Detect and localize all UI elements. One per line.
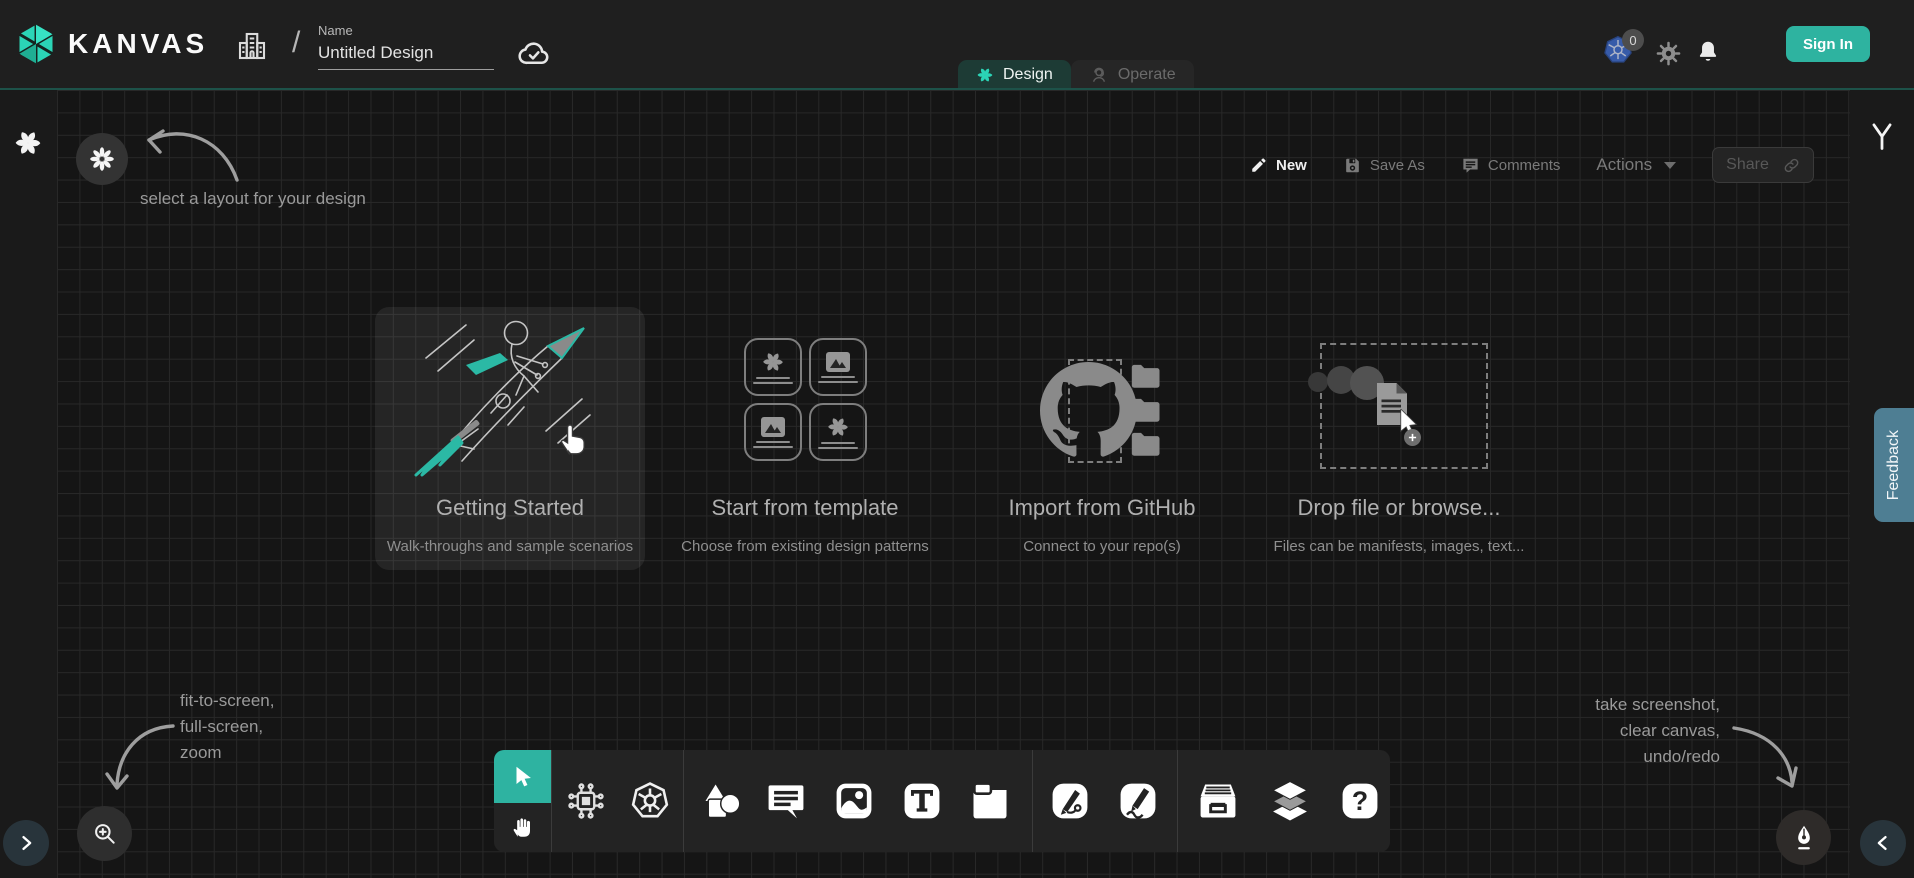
- comment-bubble-icon: [1461, 156, 1480, 175]
- text-tool-button[interactable]: [900, 779, 944, 823]
- brand[interactable]: KANVAS: [14, 22, 208, 66]
- left-sidebar: [0, 90, 57, 878]
- kanvas-app: KANVAS / Name Design: [0, 0, 1914, 878]
- repo-folder-icon: [1128, 363, 1164, 390]
- sign-in-button[interactable]: Sign In: [1786, 26, 1870, 62]
- pen-tool-button[interactable]: [1048, 779, 1092, 823]
- tab-design-label: Design: [1003, 66, 1053, 84]
- zoom-hint-arrow: [95, 716, 185, 808]
- card-template-illustration[interactable]: [744, 338, 868, 461]
- notifications-bell-icon[interactable]: [1695, 39, 1721, 70]
- pencil-tool-button[interactable]: [1116, 779, 1160, 823]
- design-name-field: Name: [318, 23, 494, 70]
- repo-folder-icon: [1128, 431, 1164, 458]
- hand-pointer-cursor: [556, 418, 590, 456]
- settings-gear-icon[interactable]: [1655, 40, 1682, 72]
- chevron-left-icon: [1873, 833, 1893, 853]
- layout-hint-text: select a layout for your design: [140, 186, 366, 212]
- select-cursor-icon: [510, 764, 536, 790]
- design-name-label: Name: [318, 23, 494, 38]
- card-title-github[interactable]: Import from GitHub: [952, 495, 1252, 521]
- feedback-tab[interactable]: Feedback: [1874, 408, 1914, 522]
- card-title-drop[interactable]: Drop file or browse...: [1249, 495, 1549, 521]
- y-logo-icon[interactable]: [1868, 122, 1896, 157]
- operate-headset-icon: [1089, 65, 1109, 85]
- select-tool-button[interactable]: [494, 750, 551, 803]
- template-tile: [809, 338, 867, 396]
- flower-asterisk-icon: [89, 146, 115, 172]
- zoom-button[interactable]: [77, 806, 132, 861]
- github-octocat-icon[interactable]: [1040, 362, 1137, 459]
- pan-tool-button[interactable]: [494, 803, 551, 852]
- spiral-icon: [761, 350, 785, 374]
- chevron-right-icon: [16, 833, 36, 853]
- mode-tabs: Design Operate: [958, 60, 1194, 89]
- canvas-toolbar: New Save As Comments Actions Share: [1250, 147, 1814, 183]
- pen-nib-icon: [1790, 824, 1818, 852]
- layers-tool-button[interactable]: [1268, 779, 1312, 823]
- card-sub-github: Connect to your repo(s): [942, 538, 1262, 555]
- design-spiral-icon: [976, 66, 994, 84]
- actions-dropdown[interactable]: Actions: [1596, 155, 1676, 175]
- template-tile: [809, 403, 867, 461]
- kanvas-logo-icon: [14, 22, 58, 66]
- expand-left-panel-button[interactable]: [3, 820, 49, 866]
- comments-button[interactable]: Comments: [1461, 156, 1561, 175]
- pan-hand-icon: [509, 814, 537, 842]
- card-sub-getting-started: Walk-throughs and sample scenarios: [350, 538, 670, 555]
- layout-picker-button[interactable]: [76, 133, 128, 185]
- add-plus-badge: [1404, 429, 1421, 446]
- card-sub-drop: Files can be manifests, images, text...: [1239, 538, 1559, 555]
- image-icon: [825, 351, 851, 373]
- template-tile: [744, 403, 802, 461]
- screenshot-hint-text: take screenshot, clear canvas, undo/redo: [1530, 692, 1720, 770]
- cloud-saved-icon: [516, 38, 552, 73]
- tab-operate[interactable]: Operate: [1071, 60, 1194, 89]
- breadcrumb-separator: /: [292, 26, 300, 60]
- spiral-icon: [826, 415, 850, 439]
- drop-trail-circle: [1308, 372, 1328, 392]
- brand-name: KANVAS: [68, 28, 208, 60]
- magnifier-plus-icon: [92, 821, 118, 847]
- image-icon: [760, 416, 786, 438]
- save-floppy-icon: [1343, 156, 1362, 175]
- image-tool-button[interactable]: [832, 779, 876, 823]
- card-title-getting-started: Getting Started: [360, 495, 660, 521]
- help-tool-button[interactable]: ?: [1338, 779, 1382, 823]
- relationship-tool-button[interactable]: [564, 779, 608, 823]
- share-link-icon: [1783, 157, 1800, 174]
- app-header: KANVAS / Name Design: [0, 0, 1914, 88]
- rocket-doodle-illustration: [396, 313, 626, 485]
- caret-down-icon: [1664, 162, 1676, 169]
- layout-hint-arrow: [133, 112, 245, 190]
- pen-actions-button[interactable]: [1776, 810, 1831, 865]
- save-as-button[interactable]: Save As: [1343, 156, 1425, 175]
- feedback-label: Feedback: [1885, 430, 1903, 500]
- organization-icon[interactable]: [234, 28, 270, 69]
- kubernetes-tool-button[interactable]: [628, 779, 672, 823]
- shapes-tool-button[interactable]: [700, 779, 744, 823]
- card-title-template: Start from template: [655, 495, 955, 521]
- template-tile: [744, 338, 802, 396]
- cluster-count-badge: 0: [1622, 29, 1644, 51]
- sidebar-spiral-icon[interactable]: [13, 128, 43, 163]
- zoom-hint-text: fit-to-screen, full-screen, zoom: [180, 688, 274, 766]
- pencil-icon: [1250, 156, 1268, 174]
- note-tool-button[interactable]: [968, 779, 1012, 823]
- tab-design[interactable]: Design: [958, 60, 1071, 89]
- svg-text:?: ?: [1352, 786, 1368, 816]
- card-sub-template: Choose from existing design patterns: [645, 538, 965, 555]
- collapse-right-panel-button[interactable]: [1860, 820, 1906, 866]
- new-button[interactable]: New: [1250, 156, 1307, 174]
- drawer-tool-button[interactable]: [1196, 779, 1240, 823]
- tab-operate-label: Operate: [1118, 66, 1176, 84]
- comment-tool-button[interactable]: [764, 779, 808, 823]
- screenshot-hint-arrow: [1728, 716, 1813, 806]
- repo-folder-icon: [1128, 397, 1164, 424]
- design-name-input[interactable]: [318, 43, 494, 70]
- share-button[interactable]: Share: [1712, 147, 1814, 183]
